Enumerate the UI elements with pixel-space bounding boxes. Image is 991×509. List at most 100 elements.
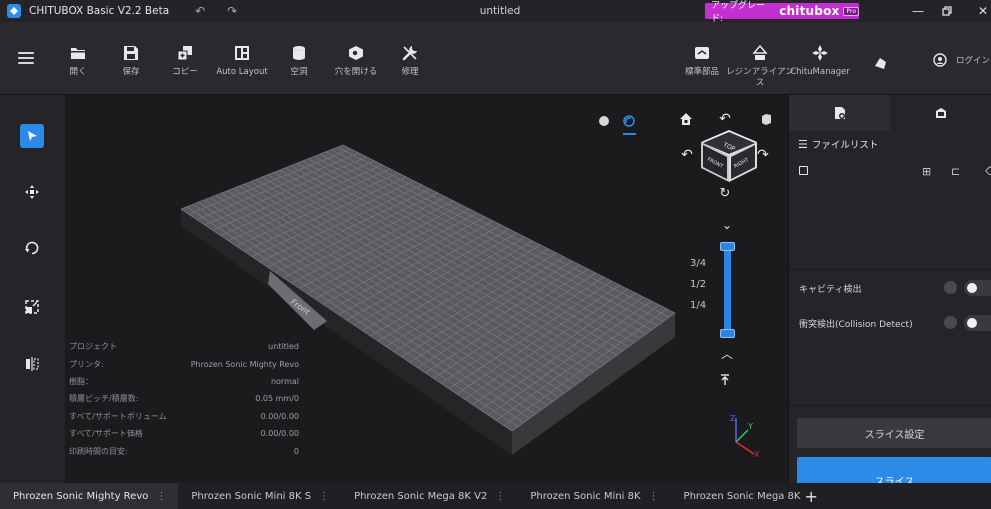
save-label: 保存 — [122, 67, 140, 77]
file-list-title: ☰ ファイルリスト — [798, 137, 879, 152]
drill-hole-label: 穴を開ける — [334, 67, 378, 77]
hollow-button[interactable]: 空洞 — [269, 44, 329, 78]
copy-button[interactable]: コピー — [155, 44, 215, 78]
upgrade-label: アップグレード: — [711, 1, 766, 24]
select-tool[interactable] — [20, 124, 44, 148]
home-view-button[interactable] — [677, 110, 695, 128]
resin-alliance-label: レジンアライアンス — [726, 67, 794, 88]
rotate-view-down-button[interactable]: ↻ — [717, 185, 733, 201]
printer-tab[interactable]: Phrozen Sonic Mighty Revo ⋮ — [0, 483, 179, 509]
render-active-underline — [623, 133, 636, 135]
open-label: 開く — [69, 67, 87, 77]
close-button[interactable]: ✕ — [968, 0, 991, 22]
cavity-detect-toggle[interactable] — [964, 280, 991, 296]
collision-detect-row: 衝突検出(Collision Detect) — [799, 314, 991, 332]
slice-settings-button[interactable]: スライス設定 — [797, 418, 991, 448]
standard-parts-label: 標準部品 — [684, 67, 719, 77]
tab-more-icon[interactable]: ⋮ — [319, 491, 329, 502]
printer-tab-bar: Phrozen Sonic Mighty Revo ⋮ Phrozen Sonic… — [0, 483, 991, 509]
fraction-half: 1/2 — [690, 279, 707, 290]
select-icon — [28, 131, 37, 141]
home-icon — [680, 113, 692, 125]
layer-reset-button[interactable] — [715, 371, 735, 387]
mirror-tool[interactable] — [20, 352, 44, 376]
solid-render-button[interactable] — [596, 113, 612, 129]
upgrade-button[interactable]: アップグレード: chitubox Pro — [705, 1, 859, 24]
scale-icon — [25, 300, 39, 314]
folder-open-icon — [71, 48, 85, 59]
chitumanager-icon — [812, 45, 828, 61]
chitubox-logo-icon — [7, 4, 21, 18]
select-all-checkbox[interactable] — [799, 166, 808, 175]
info-row: すべて/サポートボリューム 0.00/0.00 — [69, 411, 299, 421]
open-button[interactable]: 開く — [48, 44, 108, 78]
minimize-button[interactable]: — — [903, 0, 933, 22]
cavity-detect-row: キャビティ検出 — [799, 279, 991, 297]
drill-hole-button[interactable]: 穴を開ける — [326, 44, 386, 78]
printer-tab[interactable]: Phrozen Sonic Mega 8K V2 ⋮ — [341, 483, 517, 509]
layer-slider-top-handle[interactable] — [720, 242, 735, 251]
file-settings-icon — [834, 107, 845, 119]
layer-slider-bottom-handle[interactable] — [720, 329, 735, 338]
delete-icon[interactable]: ⌫ — [985, 165, 991, 178]
auto-layout-button[interactable]: Auto Layout — [212, 44, 272, 78]
xray-render-button[interactable] — [621, 113, 637, 129]
chitumanager-label: ChituManager — [790, 67, 850, 77]
chitumanager-button[interactable]: ChituManager — [790, 44, 850, 78]
save-button[interactable]: 保存 — [101, 44, 161, 78]
printer-tab[interactable]: Phrozen Sonic Mini 8K S ⋮ — [178, 483, 341, 509]
bell-icon — [875, 58, 886, 69]
left-tool-sidebar — [0, 95, 65, 483]
title-bar: CHITUBOX Basic V2.2 Beta ↶ ↷ untitled アッ… — [0, 0, 991, 24]
tab-more-icon[interactable]: ⋮ — [156, 491, 166, 502]
rotate-view-down-left-button[interactable]: ↶ — [679, 146, 695, 164]
view-cube[interactable]: TOP FRONT RIGHT — [697, 126, 761, 184]
rotate-tool[interactable] — [20, 236, 44, 260]
chevron-up-small-icon: ︿ — [720, 346, 733, 361]
move-tool[interactable] — [20, 180, 44, 204]
resin-alliance-button[interactable]: レジンアライアンス — [726, 44, 794, 89]
file-list-header: ⊞ ⊏ ⌫ — [789, 162, 991, 180]
login-button[interactable]: ログイン — [933, 53, 990, 67]
notification-button[interactable] — [850, 54, 910, 72]
slider-up-button[interactable]: ⌄ — [719, 218, 735, 232]
project-info-panel: プロジェクト untitled プリンタ: Phrozen Sonic Mighty… — [69, 338, 299, 460]
add-printer-tab-icon[interactable]: + — [804, 487, 817, 506]
main-toolbar: 開く 保存 コピー Auto Layout 空洞 穴を開ける 修理 標準部品 レ… — [0, 22, 991, 95]
resin-alliance-icon — [752, 44, 768, 60]
info-row: プロジェクト untitled — [69, 342, 299, 352]
info-row: プリンタ: Phrozen Sonic Mighty Revo — [69, 359, 299, 369]
repair-icon — [402, 46, 417, 61]
printer-tab[interactable]: Phrozen Sonic Mini 8K ⋮ — [517, 483, 670, 509]
app-title: CHITUBOX Basic V2.2 Beta — [29, 5, 170, 17]
tab-file-list[interactable] — [789, 95, 890, 131]
add-file-icon[interactable]: ⊞ — [922, 165, 931, 178]
redo-icon[interactable]: ↷ — [225, 4, 239, 18]
right-panel-tabs — [789, 95, 991, 131]
restore-button[interactable] — [932, 0, 962, 22]
cavity-status-icon — [944, 281, 957, 294]
repair-button[interactable]: 修理 — [380, 44, 440, 78]
hollow-icon — [293, 46, 305, 60]
slider-down-button[interactable]: ︿ — [719, 346, 735, 361]
info-row: 樹脂： normal — [69, 376, 299, 386]
layer-top-icon — [721, 374, 729, 385]
scale-tool[interactable] — [20, 295, 44, 319]
tab-more-icon[interactable]: ⋮ — [649, 491, 659, 502]
printer-icon — [935, 108, 946, 118]
pro-badge: Pro — [843, 6, 859, 16]
undo-icon[interactable]: ↶ — [193, 4, 207, 18]
rotate-icon — [25, 241, 39, 255]
info-row: 印刷時間の目安: 0 — [69, 446, 299, 456]
printer-tab[interactable]: Phrozen Sonic Mega 8K — [671, 483, 801, 509]
collision-detect-toggle[interactable] — [964, 315, 991, 331]
upgrade-brand: chitubox — [779, 4, 840, 18]
standard-parts-icon — [695, 47, 709, 59]
menu-icon[interactable] — [18, 52, 34, 64]
layer-slider-track[interactable] — [724, 243, 731, 338]
standard-parts-button[interactable]: 標準部品 — [672, 44, 732, 78]
tab-more-icon[interactable]: ⋮ — [495, 491, 505, 502]
group-icon[interactable]: ⊏ — [951, 165, 960, 178]
rotate-down-icon: ↻ — [719, 185, 731, 201]
tab-printer[interactable] — [890, 95, 991, 131]
